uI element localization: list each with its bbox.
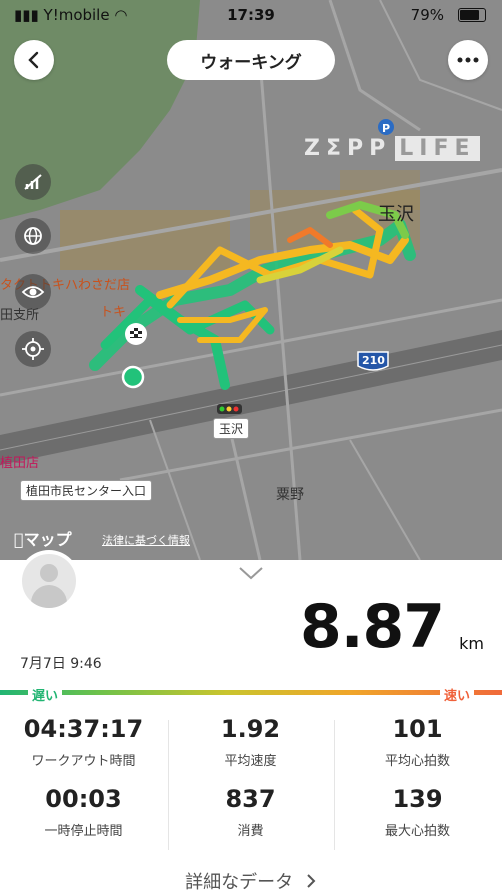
chevron-down-icon[interactable] [238,565,264,581]
legal-link[interactable]: 法律に基づく情報 [102,532,190,548]
stat-value: 04:37:17 [23,715,144,743]
more-button[interactable] [448,40,488,80]
stat-workout-time: 04:37:17 ワークアウト時間 [0,715,167,769]
distance-value: 8.87 [299,592,445,662]
map-label-station: 玉沢 [213,418,250,439]
eye-icon [21,286,45,298]
visibility-button[interactable] [15,274,51,310]
locate-button[interactable] [15,331,51,367]
chevron-left-icon [28,51,39,69]
apple-maps-attribution: マップ [14,530,72,549]
page-title: ウォーキング [167,40,335,80]
user-placeholder-icon [22,554,76,608]
stat-label: 消費 [237,824,264,839]
crosshair-icon [22,338,44,360]
stat-label: 平均速度 [224,754,277,769]
map-label-tamazawa: 玉沢 [378,204,414,225]
speed-legend-bar [0,690,502,695]
detail-link-label: 詳細なデータ [185,872,294,893]
battery-percent: 79% [410,6,444,24]
stat-pause-time: 00:03 一時停止時間 [0,785,167,839]
map-label-branch: 植田店 [0,456,40,471]
start-marker [121,365,145,389]
map-label-store2: トキ [100,305,127,320]
battery-icon [458,8,486,22]
avatar[interactable] [18,550,80,612]
svg-text:P: P [382,122,390,135]
speed-fast-label: 速い [439,685,474,704]
zepp-life-logo: ZΣPP LIFE [304,136,480,161]
stat-value: 101 [392,715,443,743]
stat-value: 00:03 [45,785,122,813]
stat-label: ワークアウト時間 [31,754,136,769]
globe-button[interactable] [15,218,51,254]
map-label-center: 植田市民センター入口 [20,480,153,501]
stat-max-heart-rate: 139 最大心拍数 [334,785,501,839]
stat-label: 平均心拍数 [384,754,450,769]
stat-label: 一時停止時間 [44,824,123,839]
chevron-right-icon [307,874,316,888]
stat-avg-speed: 1.92 平均速度 [167,715,334,769]
route-number: 210 [362,354,385,367]
signal-off-icon [24,174,42,190]
speed-slow-label: 遅い [28,685,63,704]
stat-calories: 837 消費 [167,785,334,839]
detail-data-link[interactable]: 詳細なデータ [0,868,502,894]
ellipsis-icon [457,57,479,63]
map-label-kurino: 粟野 [276,487,304,503]
back-button[interactable] [14,40,54,80]
stat-value: 139 [392,785,443,813]
stat-label: 最大心拍数 [384,824,450,839]
distance-unit: km [459,634,484,653]
globe-icon [24,227,42,245]
status-bar: ▮▮▮ Y!mobile ◠ 17:39 79% [0,0,502,30]
stat-value: 1.92 [220,715,281,743]
route-map[interactable]: P ZΣPP LIFE 玉沢 タクトトキハわさだ店 トキ 田支所 玉沢 210 粟… [0,0,502,560]
stat-avg-heart-rate: 101 平均心拍数 [334,715,501,769]
workout-date: 7月7日 9:46 [20,656,102,672]
stat-value: 837 [225,785,276,813]
map-style-button[interactable] [15,164,51,200]
